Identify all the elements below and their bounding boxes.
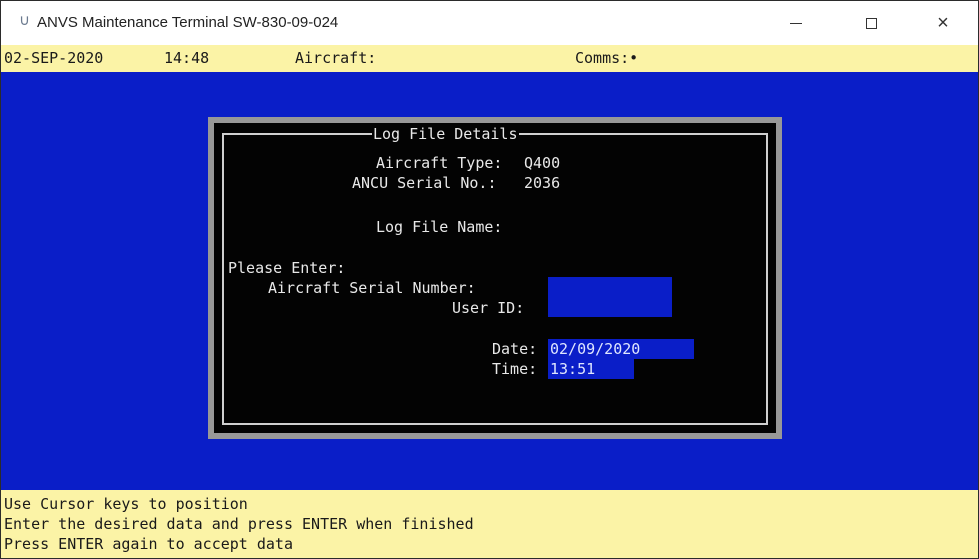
- status-comms-label: Comms:•: [575, 49, 639, 67]
- terminal-screen[interactable]: 02-SEP-2020 14:48 Aircraft: Comms:• Log …: [1, 45, 978, 558]
- help-line-2: Enter the desired data and press ENTER w…: [4, 515, 474, 533]
- dialog-border: Log File Details Aircraft Type: Q400 ANC…: [222, 124, 768, 425]
- help-line-1: Use Cursor keys to position: [4, 495, 248, 513]
- maximize-button[interactable]: [851, 9, 891, 37]
- status-aircraft-label: Aircraft:: [295, 49, 377, 67]
- time-field[interactable]: 13:51: [548, 359, 634, 379]
- ancu-serial-label: ANCU Serial No.:: [352, 174, 497, 192]
- status-bar: 02-SEP-2020 14:48 Aircraft: Comms:•: [1, 45, 978, 72]
- minimize-button[interactable]: [776, 9, 816, 37]
- maximize-icon: [865, 17, 877, 29]
- date-field[interactable]: 02/09/2020: [548, 339, 694, 359]
- minimize-icon: [790, 22, 802, 24]
- aircraft-serial-label: Aircraft Serial Number:: [268, 279, 476, 297]
- aircraft-type-value: Q400: [524, 154, 561, 172]
- terminal-app-icon: ∪: [19, 12, 30, 29]
- log-file-details-dialog: Log File Details Aircraft Type: Q400 ANC…: [208, 117, 782, 439]
- dialog-title: Log File Details: [372, 124, 519, 144]
- time-label: Time:: [492, 360, 538, 378]
- date-label: Date:: [492, 340, 538, 358]
- dialog-body: Log File Details Aircraft Type: Q400 ANC…: [214, 123, 776, 433]
- close-icon: ×: [937, 12, 949, 34]
- ancu-serial-value: 2036: [524, 174, 561, 192]
- terminal-window: ∪ ANVS Maintenance Terminal SW-830-09-02…: [0, 0, 979, 559]
- user-id-label: User ID:: [452, 299, 525, 317]
- aircraft-type-label: Aircraft Type:: [376, 154, 503, 172]
- help-line-3: Press ENTER again to accept data: [4, 535, 293, 553]
- window-title: ANVS Maintenance Terminal SW-830-09-024: [37, 14, 339, 31]
- please-enter-text: Please Enter:: [228, 259, 346, 277]
- help-area: Use Cursor keys to position Enter the de…: [1, 490, 978, 558]
- close-button[interactable]: ×: [923, 9, 963, 37]
- status-time: 14:48: [164, 49, 210, 67]
- aircraft-serial-field[interactable]: [548, 277, 672, 317]
- status-date: 02-SEP-2020: [4, 49, 104, 67]
- log-file-name-label: Log File Name:: [376, 218, 503, 236]
- title-bar[interactable]: ∪ ANVS Maintenance Terminal SW-830-09-02…: [1, 1, 978, 45]
